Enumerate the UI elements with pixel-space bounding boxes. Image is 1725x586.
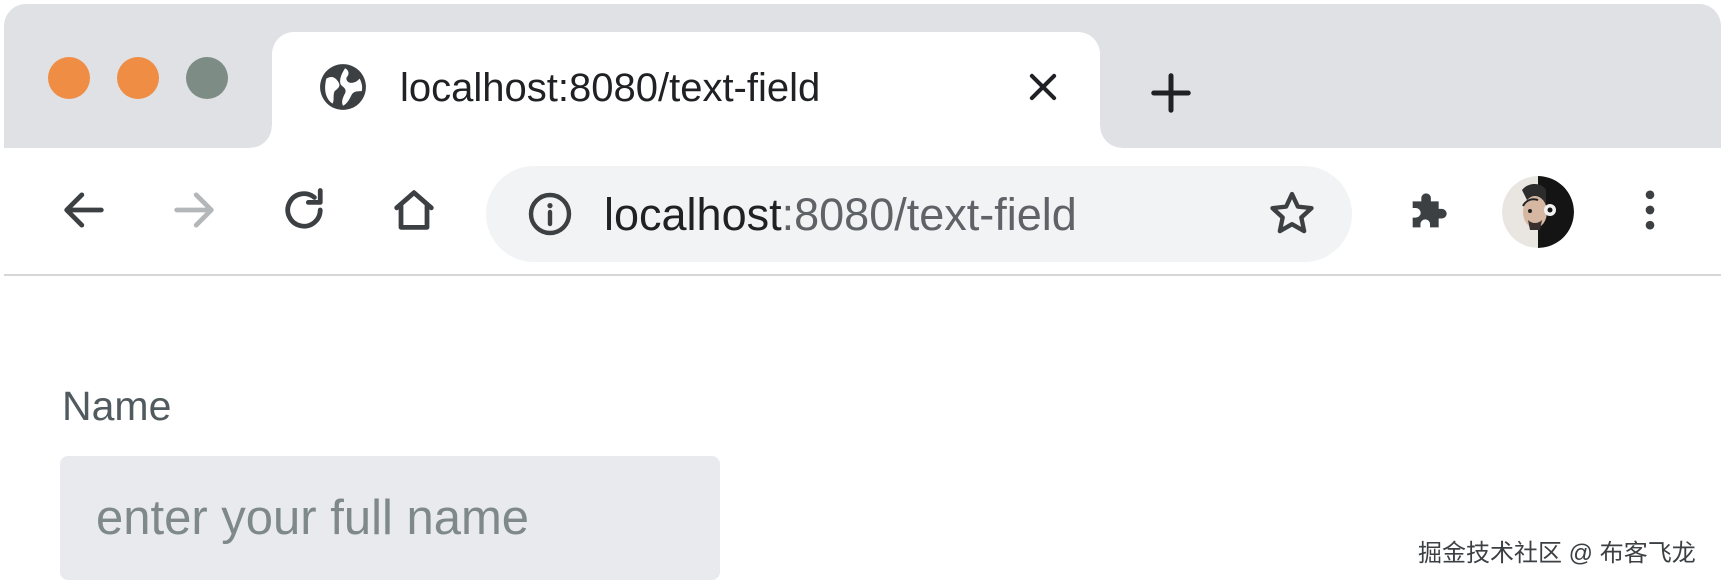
window-close-button[interactable] bbox=[48, 57, 90, 99]
browser-window: localhost:8080/text-field localhost:8080… bbox=[4, 4, 1721, 582]
avatar[interactable] bbox=[1502, 176, 1574, 248]
reload-icon[interactable] bbox=[278, 184, 330, 236]
close-icon[interactable] bbox=[1024, 68, 1062, 106]
window-zoom-button[interactable] bbox=[186, 57, 228, 99]
address-bar[interactable]: localhost:8080/text-field bbox=[486, 166, 1352, 262]
url-path: :8080/text-field bbox=[781, 189, 1077, 240]
name-field-label: Name bbox=[62, 383, 172, 429]
active-tab[interactable]: localhost:8080/text-field bbox=[250, 32, 1122, 148]
watermark-text: 掘金技术社区 @ 布客飞龙 bbox=[1418, 540, 1696, 567]
url-text[interactable]: localhost:8080/text-field bbox=[604, 190, 1077, 240]
kebab-menu-icon[interactable] bbox=[1624, 184, 1676, 236]
puzzle-icon[interactable] bbox=[1404, 184, 1456, 236]
browser-toolbar: localhost:8080/text-field bbox=[4, 148, 1721, 276]
url-host: localhost bbox=[604, 189, 782, 240]
home-icon[interactable] bbox=[388, 184, 440, 236]
window-minimize-button[interactable] bbox=[117, 57, 159, 99]
name-input[interactable] bbox=[60, 456, 720, 580]
tab-title: localhost:8080/text-field bbox=[400, 66, 821, 110]
tab-strip: localhost:8080/text-field bbox=[4, 4, 1721, 148]
info-icon[interactable] bbox=[526, 190, 574, 238]
arrow-left-icon[interactable] bbox=[58, 184, 110, 236]
globe-icon bbox=[320, 64, 366, 110]
arrow-right-icon[interactable] bbox=[168, 184, 220, 236]
plus-icon[interactable] bbox=[1148, 70, 1194, 116]
star-icon[interactable] bbox=[1266, 188, 1318, 240]
